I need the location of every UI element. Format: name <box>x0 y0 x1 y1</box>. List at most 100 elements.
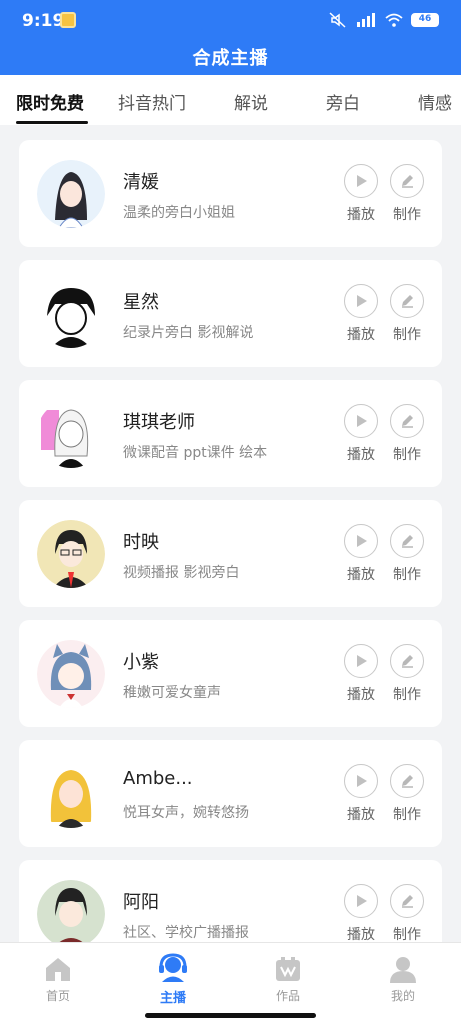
make-button[interactable]: 制作 <box>387 524 427 584</box>
make-label: 制作 <box>393 807 421 823</box>
anchor-icon <box>159 953 187 982</box>
anchor-desc: 微课配音 ppt课件 绘本 <box>123 445 268 461</box>
nav-anchor[interactable]: 主播 <box>133 949 213 1006</box>
top-bar: 9:19 46 合成主播 <box>0 0 461 75</box>
anchor-name: 清媛 <box>123 172 159 193</box>
tab-free[interactable]: 限时免费 <box>16 89 84 114</box>
anchor-desc: 社区、学校广播播报 <box>123 925 249 941</box>
play-label: 播放 <box>347 327 375 343</box>
avatar <box>37 760 105 828</box>
anchor-name: 琪琪老师 <box>123 412 195 433</box>
pencil-icon <box>402 535 413 548</box>
anchor-card[interactable]: 琪琪老师 微课配音 ppt课件 绘本 播放 制作 <box>19 380 442 487</box>
pencil-icon <box>402 895 413 908</box>
make-label: 制作 <box>393 207 421 223</box>
category-tabs: 限时免费 抖音热门 解说 旁白 情感 <box>0 75 461 125</box>
tab-emotion[interactable]: 情感 <box>418 89 452 114</box>
make-button[interactable]: 制作 <box>387 884 427 942</box>
avatar <box>37 640 105 708</box>
nav-profile[interactable]: 我的 <box>363 949 443 1004</box>
make-button[interactable]: 制作 <box>387 284 427 344</box>
make-label: 制作 <box>393 327 421 343</box>
play-button[interactable]: 播放 <box>341 284 381 344</box>
home-icon <box>46 958 70 981</box>
avatar <box>37 880 105 942</box>
play-button[interactable]: 播放 <box>341 644 381 704</box>
make-button[interactable]: 制作 <box>387 644 427 704</box>
bottom-nav: 首页 主播 作品 我的 <box>0 942 461 1024</box>
pencil-icon <box>402 175 413 188</box>
play-icon <box>357 295 367 307</box>
play-icon <box>357 175 367 187</box>
avatar <box>37 400 105 468</box>
play-label: 播放 <box>347 447 375 463</box>
anchor-card[interactable]: Ambe... 悦耳女声，婉转悠扬 播放 制作 <box>19 740 442 847</box>
anchor-card[interactable]: 时映 视频播报 影视旁白 播放 制作 <box>19 500 442 607</box>
anchor-desc: 稚嫩可爱女童声 <box>123 685 221 701</box>
nav-anchor-label: 主播 <box>159 991 186 1006</box>
tab-douyin-hot[interactable]: 抖音热门 <box>118 89 186 114</box>
anchor-name: 小紫 <box>123 652 159 673</box>
anchor-card[interactable]: 清媛 温柔的旁白小姐姐 播放 制作 <box>19 140 442 247</box>
anchor-name: Ambe... <box>123 768 193 789</box>
make-button[interactable]: 制作 <box>387 404 427 464</box>
pencil-icon <box>402 415 413 428</box>
pencil-icon <box>402 775 413 788</box>
anchor-name: 阿阳 <box>123 892 159 913</box>
make-label: 制作 <box>393 687 421 703</box>
make-label: 制作 <box>393 567 421 583</box>
wifi-icon <box>385 13 403 27</box>
play-button[interactable]: 播放 <box>341 524 381 584</box>
anchor-desc: 温柔的旁白小姐姐 <box>123 205 235 221</box>
play-icon <box>357 655 367 667</box>
play-button[interactable]: 播放 <box>341 764 381 824</box>
tab-commentary[interactable]: 解说 <box>234 89 268 114</box>
play-label: 播放 <box>347 807 375 823</box>
avatar <box>37 520 105 588</box>
anchor-card[interactable]: 星然 纪录片旁白 影视解说 播放 制作 <box>19 260 442 367</box>
play-label: 播放 <box>347 927 375 942</box>
anchor-desc: 悦耳女声，婉转悠扬 <box>123 805 249 821</box>
anchor-name: 时映 <box>123 532 159 553</box>
page-title: 合成主播 <box>192 48 269 69</box>
avatar <box>37 160 105 228</box>
anchor-list: 清媛 温柔的旁白小姐姐 播放 制作 星然 纪录片旁白 影视解说 播放 制作 琪琪… <box>0 125 461 942</box>
play-label: 播放 <box>347 207 375 223</box>
make-label: 制作 <box>393 927 421 942</box>
nav-home[interactable]: 首页 <box>18 949 98 1004</box>
anchor-card[interactable]: 小紫 稚嫩可爱女童声 播放 制作 <box>19 620 442 727</box>
pencil-icon <box>402 295 413 308</box>
avatar <box>37 280 105 348</box>
home-indicator <box>145 1013 316 1018</box>
anchor-card[interactable]: 阿阳 社区、学校广播播报 播放 制作 <box>19 860 442 942</box>
notification-app-icon <box>60 12 76 28</box>
play-label: 播放 <box>347 567 375 583</box>
play-icon <box>357 415 367 427</box>
anchor-desc: 视频播报 影视旁白 <box>123 565 240 581</box>
nav-home-label: 首页 <box>45 989 70 1003</box>
tab-active-indicator <box>16 121 88 124</box>
profile-icon <box>390 957 416 983</box>
nav-profile-label: 我的 <box>390 989 415 1003</box>
make-button[interactable]: 制作 <box>387 764 427 824</box>
works-icon <box>276 957 300 981</box>
play-icon <box>357 895 367 907</box>
play-button[interactable]: 播放 <box>341 164 381 224</box>
nav-works[interactable]: 作品 <box>248 949 328 1004</box>
mute-icon <box>329 12 346 28</box>
play-label: 播放 <box>347 687 375 703</box>
make-label: 制作 <box>393 447 421 463</box>
tab-narration[interactable]: 旁白 <box>326 89 360 114</box>
signal-icon <box>357 13 375 27</box>
make-button[interactable]: 制作 <box>387 164 427 224</box>
play-button[interactable]: 播放 <box>341 884 381 942</box>
anchor-desc: 纪录片旁白 影视解说 <box>123 325 254 341</box>
anchor-name: 星然 <box>123 292 159 313</box>
battery-icon: 46 <box>411 13 439 27</box>
pencil-icon <box>402 655 413 668</box>
status-time: 9:19 <box>22 11 65 31</box>
play-button[interactable]: 播放 <box>341 404 381 464</box>
status-icons: 46 <box>329 12 439 28</box>
play-icon <box>357 535 367 547</box>
play-icon <box>357 775 367 787</box>
